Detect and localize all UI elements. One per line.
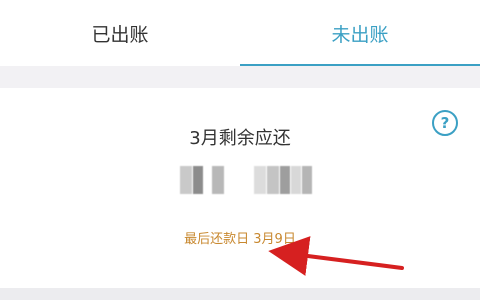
red-arrow-annotation xyxy=(268,236,404,276)
bottom-band xyxy=(0,288,480,300)
arrow-line xyxy=(268,236,404,276)
